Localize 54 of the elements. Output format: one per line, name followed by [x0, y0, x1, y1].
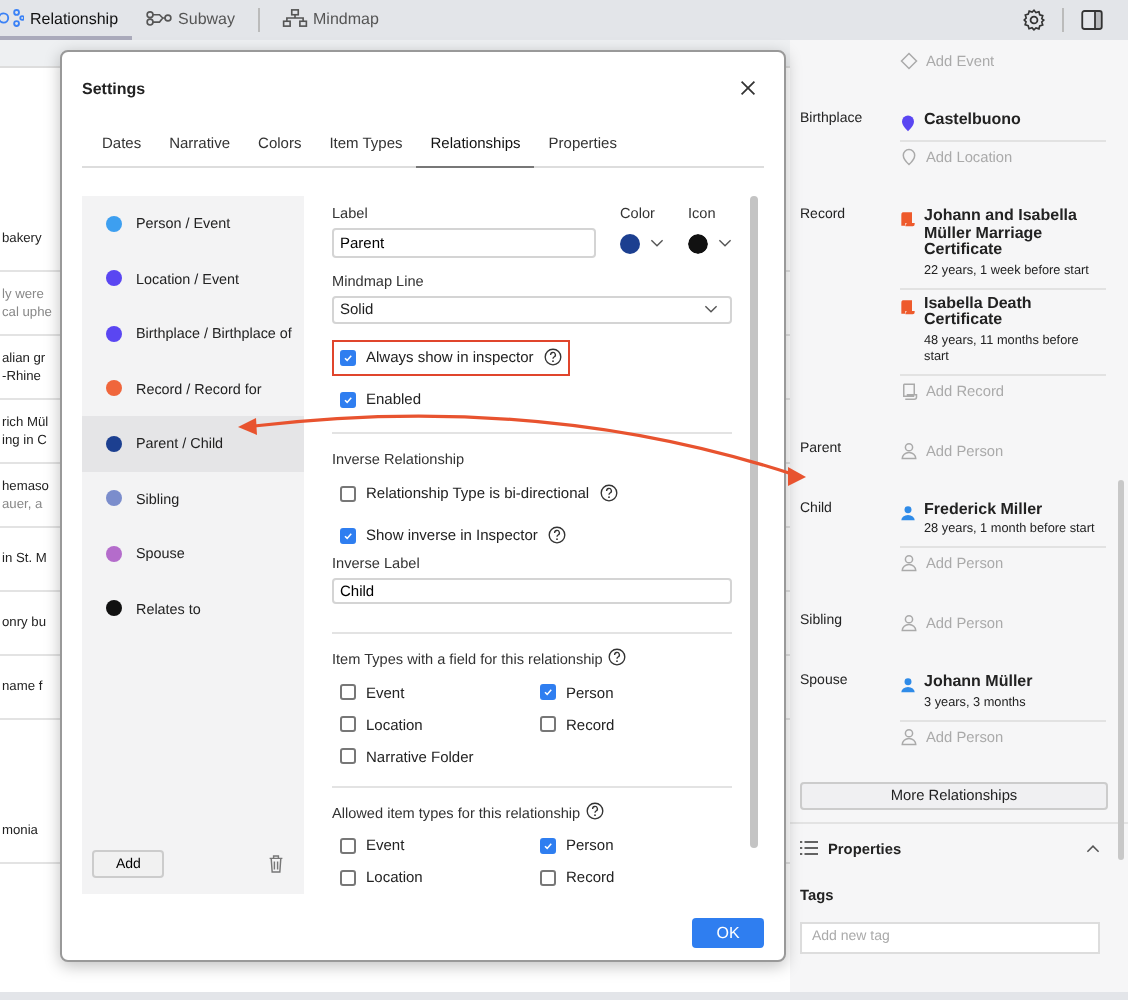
- checkbox[interactable]: [340, 748, 356, 765]
- linked-item-title[interactable]: Johann Müller: [924, 674, 1033, 691]
- scroll-icon: [900, 297, 916, 315]
- person-icon: [900, 441, 918, 459]
- help-icon[interactable]: [608, 648, 627, 667]
- view-tab[interactable]: Subway: [132, 0, 249, 40]
- help-icon[interactable]: [586, 801, 605, 820]
- dialog-title: Settings: [82, 79, 146, 97]
- person-icon: [900, 727, 918, 745]
- checkbox[interactable]: [540, 869, 556, 886]
- checkbox[interactable]: [340, 485, 356, 502]
- checkbox[interactable]: [340, 391, 356, 408]
- close-icon[interactable]: [740, 80, 756, 96]
- scroll-icon: [900, 210, 916, 228]
- view-tab[interactable]: Mindmap: [267, 0, 393, 40]
- person-icon: [900, 614, 918, 632]
- scrollbar[interactable]: [1118, 480, 1124, 860]
- chevron-down-icon: [718, 238, 732, 248]
- help-icon[interactable]: [547, 526, 566, 545]
- location-pin-icon: [900, 148, 918, 166]
- linked-item-title[interactable]: Isabella Death Certificate: [924, 295, 1106, 329]
- scroll-icon: [900, 381, 918, 399]
- diamond-icon: [900, 52, 918, 70]
- checkbox[interactable]: [340, 349, 356, 366]
- settings-icon[interactable]: [1022, 8, 1046, 32]
- person-icon: [900, 676, 916, 694]
- sidebar-toggle-icon[interactable]: [1080, 8, 1104, 32]
- chevron-down-icon: [704, 304, 718, 315]
- mindmap-view-icon: [281, 8, 307, 28]
- linked-item-title[interactable]: Frederick Miller: [924, 501, 1095, 518]
- checkbox[interactable]: [340, 716, 356, 733]
- trash-icon[interactable]: [268, 854, 284, 874]
- help-icon[interactable]: [543, 348, 562, 367]
- location-pin-icon: [900, 114, 916, 132]
- checkbox[interactable]: [340, 869, 356, 886]
- linked-item-title[interactable]: Johann and Isabella Müller Marriage Certificate: [924, 208, 1106, 259]
- scrollbar[interactable]: [750, 196, 758, 848]
- list-icon: [800, 840, 818, 856]
- checkbox[interactable]: [540, 684, 556, 701]
- relationship-view-icon: [0, 8, 24, 28]
- help-icon[interactable]: [599, 484, 618, 503]
- person-icon: [900, 554, 918, 572]
- person-icon: [900, 503, 916, 521]
- checkbox[interactable]: [540, 716, 556, 733]
- linked-item-title[interactable]: Castelbuono: [924, 112, 1021, 129]
- subway-view-icon: [146, 8, 173, 28]
- chevron-down-icon: [650, 238, 664, 248]
- checkbox[interactable]: [540, 837, 556, 854]
- checkbox[interactable]: [340, 527, 356, 544]
- filled-circle-icon: [688, 233, 708, 253]
- checkbox[interactable]: [340, 837, 356, 854]
- checkbox[interactable]: [340, 684, 356, 701]
- chevron-icon[interactable]: [1086, 843, 1100, 853]
- ok-button[interactable]: OK: [692, 918, 764, 948]
